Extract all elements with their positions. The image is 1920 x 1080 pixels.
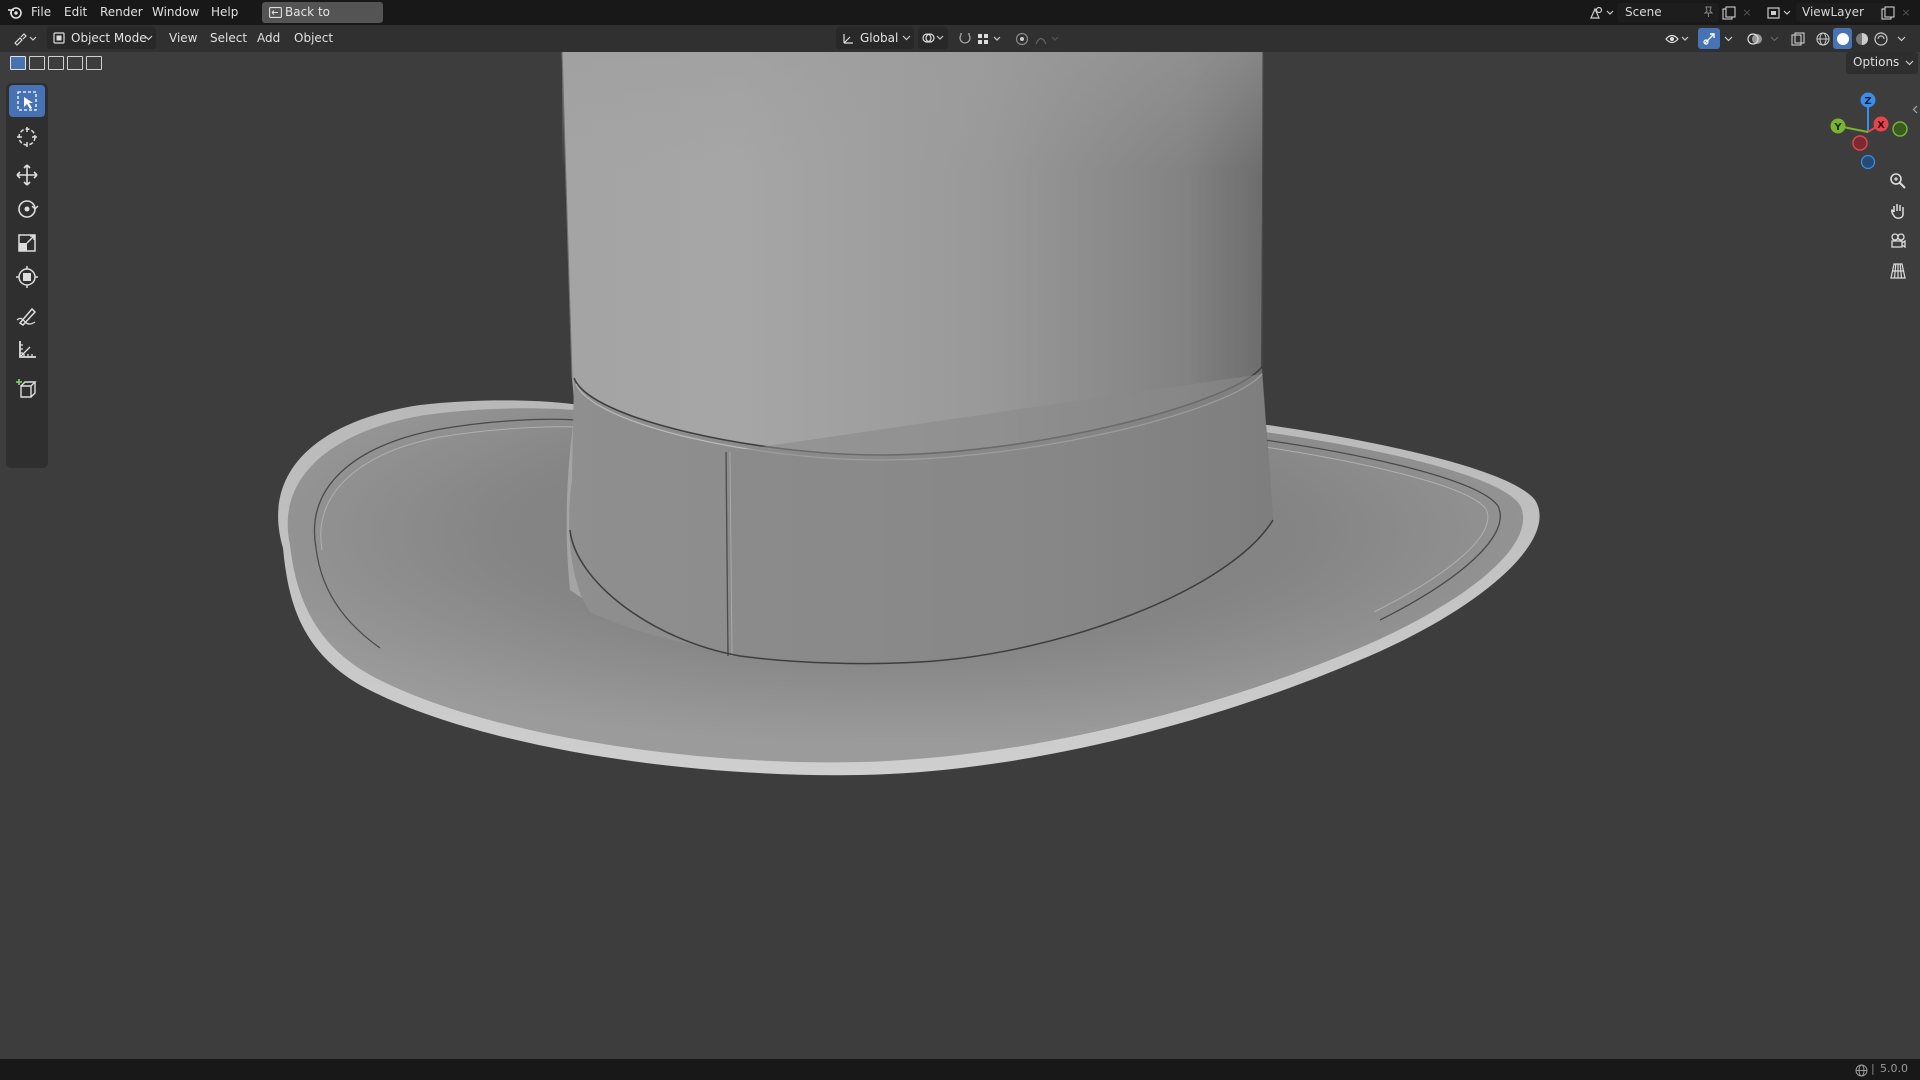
delete-view-layer-icon[interactable]: × (1899, 4, 1913, 21)
move-tool[interactable] (9, 159, 45, 191)
chevron-down-icon (1904, 59, 1914, 67)
annotate-pencil-icon (15, 304, 39, 328)
cursor-tool[interactable] (9, 121, 45, 153)
viewport-header: Object Mode View Select Add Object Globa… (0, 25, 1920, 52)
pin-icon[interactable] (1701, 5, 1715, 19)
blender-logo-icon[interactable] (6, 4, 23, 21)
select-new-icon[interactable] (10, 56, 26, 70)
move-icon (15, 163, 39, 187)
rotate-tool[interactable] (9, 193, 45, 225)
rotate-icon (15, 197, 39, 221)
measure-ruler-icon (16, 339, 38, 361)
gizmo-z-label: Z (1864, 96, 1871, 107)
menu-view[interactable]: View (169, 30, 197, 47)
add-cube-icon (15, 377, 39, 401)
gizmo-toggle-icon[interactable] (1698, 28, 1720, 49)
sidebar-toggle-chevron-icon[interactable] (1910, 102, 1920, 116)
pivot-point-dropdown[interactable] (918, 27, 948, 49)
select-extend-icon[interactable] (29, 56, 45, 70)
status-bar: | 5.0.0 (0, 1059, 1920, 1080)
overlays-chevron-icon[interactable] (1768, 29, 1780, 48)
back-screen-icon (268, 6, 282, 19)
transform-tool[interactable] (9, 261, 45, 293)
xray-toggle-icon[interactable] (1788, 29, 1808, 48)
editor-type-icon[interactable] (12, 29, 40, 48)
transform-orientation-dropdown[interactable]: Global (836, 27, 914, 49)
scene-selector-icon[interactable] (1588, 4, 1616, 21)
chevron-down-icon (143, 33, 153, 43)
top-hat-model[interactable] (0, 52, 1920, 1059)
camera-view-button[interactable] (1883, 227, 1913, 255)
menu-edit[interactable]: Edit (64, 4, 87, 21)
scale-icon (16, 232, 38, 254)
object-mode-icon (52, 31, 66, 45)
menu-file[interactable]: File (31, 4, 51, 21)
select-box-tool[interactable] (9, 85, 45, 117)
view-layer-field[interactable]: ViewLayer (1796, 3, 1886, 22)
gizmo-x-label: X (1877, 120, 1885, 131)
add-cube-tool[interactable] (9, 373, 45, 405)
select-subtract-icon[interactable] (48, 56, 64, 70)
snap-toggle-icon[interactable] (955, 29, 975, 48)
scene-name-field[interactable]: Scene (1617, 3, 1719, 22)
scale-tool[interactable] (9, 227, 45, 259)
material-preview-shading-icon[interactable] (1853, 29, 1871, 48)
rendered-shading-icon[interactable] (1872, 29, 1890, 48)
scene-name: Scene (1625, 5, 1662, 19)
visibility-selectability-icon[interactable] (1664, 29, 1692, 48)
camera-icon (1889, 232, 1907, 250)
menu-object[interactable]: Object (294, 30, 333, 47)
cursor-icon (15, 125, 39, 149)
back-to-previous-button[interactable]: Back to Previous (262, 2, 383, 39)
view-layer-name: ViewLayer (1802, 5, 1864, 19)
menu-add[interactable]: Add (257, 30, 280, 47)
snap-target-icon[interactable] (975, 29, 1005, 48)
mode-label: Object Mode (71, 31, 147, 45)
pan-hand-icon (1889, 202, 1907, 220)
top-bar: File Edit Render Window Help Back to Pre… (0, 0, 1920, 39)
gizmo-options-chevron-icon[interactable] (1722, 29, 1734, 48)
transform-icon (15, 265, 39, 289)
pivot-icon (921, 30, 945, 46)
delete-scene-icon[interactable]: × (1740, 4, 1754, 21)
proportional-editing-icon[interactable] (1013, 29, 1031, 48)
wireframe-shading-icon[interactable] (1814, 29, 1832, 48)
orientation-label: Global (860, 31, 899, 45)
select-intersect-icon[interactable] (86, 56, 102, 70)
globe-icon (1853, 1062, 1869, 1078)
version-label: 5.0.0 (1880, 1062, 1908, 1075)
status-divider: | (1871, 1062, 1875, 1075)
new-view-layer-icon[interactable] (1879, 4, 1896, 21)
perspective-grid-icon (1889, 262, 1907, 280)
falloff-curve-icon[interactable] (1033, 29, 1063, 48)
view-layer-selector-icon[interactable] (1766, 4, 1794, 21)
orientation-axes-icon (841, 31, 855, 45)
options-label: Options (1853, 55, 1900, 69)
pan-button[interactable] (1883, 197, 1913, 225)
menu-window[interactable]: Window (152, 4, 199, 21)
zoom-button[interactable] (1883, 167, 1913, 195)
solid-shading-icon[interactable] (1833, 28, 1852, 49)
select-invert-icon[interactable] (67, 56, 83, 70)
zoom-magnifier-icon (1889, 172, 1907, 190)
mode-dropdown[interactable]: Object Mode (47, 27, 156, 49)
chevron-down-icon (901, 33, 911, 43)
menu-select[interactable]: Select (210, 30, 247, 47)
select-box-icon (16, 90, 38, 112)
perspective-toggle-button[interactable] (1883, 257, 1913, 285)
new-scene-icon[interactable] (1720, 4, 1737, 21)
measure-tool[interactable] (9, 334, 45, 366)
gizmo-y-label: Y (1833, 122, 1842, 133)
navigation-gizmo[interactable]: Z X Y (1826, 86, 1912, 172)
options-button[interactable]: Options (1846, 52, 1918, 74)
overlays-toggle-icon[interactable] (1744, 29, 1766, 48)
annotate-tool[interactable] (9, 300, 45, 332)
menu-render[interactable]: Render (100, 4, 143, 21)
3d-viewport[interactable]: Options Z X Y (0, 52, 1920, 1059)
menu-help[interactable]: Help (211, 4, 238, 21)
shading-options-chevron-icon[interactable] (1895, 29, 1907, 48)
